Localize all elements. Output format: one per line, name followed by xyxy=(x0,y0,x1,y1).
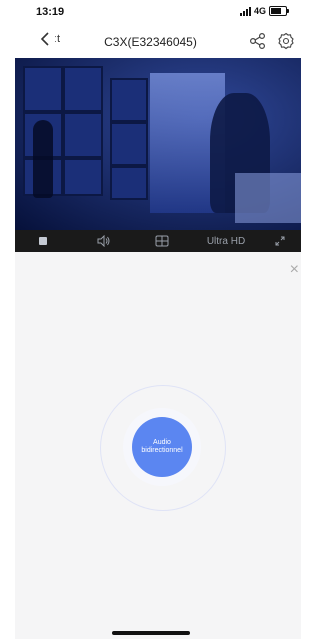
settings-icon[interactable] xyxy=(277,32,295,50)
window-pane xyxy=(110,122,148,166)
speaker-icon[interactable] xyxy=(97,230,111,252)
share-icon[interactable] xyxy=(249,32,267,50)
quality-button[interactable]: Ultra HD xyxy=(200,230,252,252)
window-pane xyxy=(110,166,148,200)
audio-button-label: Audio bidirectionnel xyxy=(141,439,183,454)
two-way-audio-button[interactable]: Audio bidirectionnel xyxy=(132,417,192,477)
window-pane xyxy=(63,66,103,112)
network-type: 4G xyxy=(253,6,266,16)
split-view-icon[interactable] xyxy=(155,230,169,252)
window-pane xyxy=(63,112,103,158)
status-time: 13:19 xyxy=(36,6,65,18)
fullscreen-icon[interactable] xyxy=(275,230,285,252)
close-icon[interactable]: × xyxy=(290,262,299,278)
window-pane xyxy=(110,78,148,122)
window-pane xyxy=(23,66,63,112)
person-silhouette xyxy=(33,120,53,198)
status-bar: 13:19 4G xyxy=(0,0,301,24)
audio-panel: × Audio bidirectionnel xyxy=(15,252,301,639)
signal-icon xyxy=(239,6,251,16)
home-indicator xyxy=(112,631,190,635)
video-control-bar: Ultra HD xyxy=(15,230,301,252)
window-pane xyxy=(63,158,103,196)
status-indicators: 4G xyxy=(239,6,289,16)
nav-bar: ːt C3X(E32346045) xyxy=(0,24,301,58)
battery-icon xyxy=(269,6,289,16)
stop-icon[interactable] xyxy=(39,230,47,252)
camera-live-view[interactable] xyxy=(15,58,301,230)
sofa xyxy=(235,173,301,223)
